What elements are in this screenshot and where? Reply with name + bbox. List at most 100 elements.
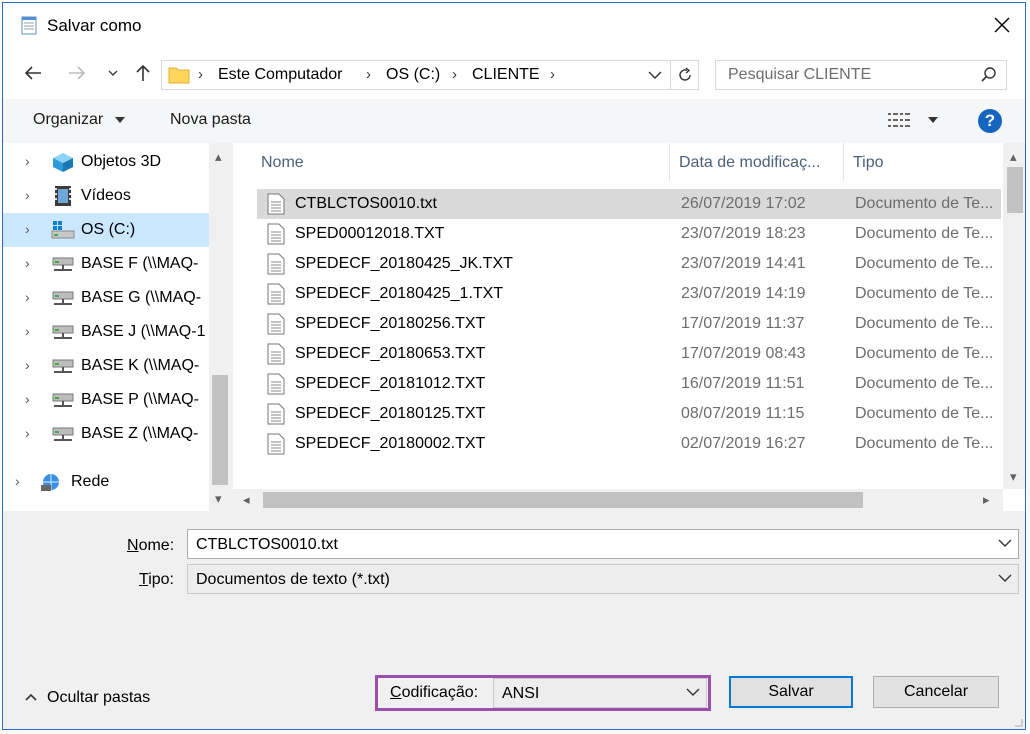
search-input[interactable]: Pesquisar CLIENTE [715, 60, 1007, 90]
chevron-right-icon: › [25, 323, 30, 339]
nav-item-base-j[interactable]: › BASE J (\\MAQ-1 [3, 315, 209, 349]
file-type-select[interactable]: Documentos de texto (*.txt) [187, 564, 1019, 594]
back-button[interactable] [21, 61, 45, 85]
nav-item-base-z[interactable]: › BASE Z (\\MAQ- [3, 417, 209, 451]
chevron-down-icon[interactable] [998, 537, 1012, 549]
file-list-vertical-scrollbar[interactable]: ▴ ▾ [1003, 143, 1025, 489]
scroll-down-icon[interactable]: ▾ [215, 491, 222, 507]
refresh-button[interactable] [670, 61, 698, 89]
file-type: Documento de Te... [855, 195, 994, 212]
encoding-select[interactable]: ANSI [493, 678, 707, 708]
hide-folders-button[interactable]: Ocultar pastas [25, 689, 150, 707]
file-row[interactable]: SPEDECF_20180256.TXT 17/07/2019 11:37 Do… [257, 309, 1001, 339]
chevron-up-icon [25, 693, 37, 701]
file-type: Documento de Te... [855, 375, 994, 392]
vertical-scroll-thumb[interactable] [1007, 167, 1023, 213]
scroll-down-icon[interactable]: ▾ [1010, 469, 1017, 485]
3d-objects-icon [53, 153, 73, 172]
file-row[interactable]: SPEDECF_20180425_1.TXT 23/07/2019 14:19 … [257, 279, 1001, 309]
nav-item-label: BASE G (\\MAQ- [81, 289, 202, 306]
up-arrow-icon [136, 64, 150, 81]
network-drive-icon [52, 427, 74, 441]
file-type: Documento de Te... [855, 435, 994, 452]
nav-scroll-thumb[interactable] [212, 375, 228, 485]
scroll-up-icon[interactable]: ▴ [1010, 149, 1017, 165]
file-row[interactable]: SPEDECF_20180125.TXT 08/07/2019 11:15 Do… [257, 399, 1001, 429]
column-header-type[interactable]: Tipo [853, 143, 884, 181]
back-arrow-icon [24, 66, 41, 80]
cancel-button[interactable]: Cancelar [873, 676, 999, 708]
file-name: SPEDECF_20180425_JK.TXT [295, 255, 513, 272]
file-list-horizontal-scrollbar[interactable]: ◂ ▸ [233, 489, 1003, 511]
recent-locations-button[interactable] [101, 61, 125, 85]
breadcrumb-this-pc[interactable]: Este Computador [218, 66, 343, 84]
save-button[interactable]: Salvar [729, 676, 853, 708]
nav-item-base-p[interactable]: › BASE P (\\MAQ- [3, 383, 209, 417]
network-drive-icon [52, 291, 74, 305]
scroll-right-icon[interactable]: ▸ [983, 492, 990, 508]
caret-down-icon [114, 117, 125, 123]
file-row[interactable]: SPEDECF_20181012.TXT 16/07/2019 11:51 Do… [257, 369, 1001, 399]
text-file-icon [267, 283, 285, 305]
file-type: Documento de Te... [855, 285, 994, 302]
file-type-value: Documentos de texto (*.txt) [196, 571, 390, 588]
file-type: Documento de Te... [855, 345, 994, 362]
file-name-input[interactable]: CTBLCTOS0010.txt [187, 529, 1019, 559]
scroll-left-icon[interactable]: ◂ [243, 492, 250, 508]
breadcrumb-drive-c[interactable]: OS (C:) [386, 66, 440, 84]
chevron-right-icon: › [25, 221, 30, 237]
file-date: 26/07/2019 17:02 [681, 195, 806, 212]
nav-item-base-f[interactable]: › BASE F (\\MAQ- [3, 247, 209, 281]
close-button[interactable] [979, 3, 1025, 47]
column-divider[interactable] [843, 143, 844, 181]
new-folder-button[interactable]: Nova pasta [170, 111, 251, 129]
network-drive-icon [52, 257, 74, 271]
breadcrumb-cliente[interactable]: CLIENTE [472, 66, 540, 84]
nav-item-label: Rede [71, 473, 110, 490]
network-icon [41, 474, 59, 491]
address-history-dropdown[interactable] [642, 61, 668, 89]
file-name: SPEDECF_20180653.TXT [295, 345, 486, 362]
organize-menu[interactable]: Organizar [33, 111, 126, 129]
nav-item-base-g[interactable]: › BASE G (\\MAQ- [3, 281, 209, 315]
chevron-down-icon [998, 574, 1012, 582]
nav-item-network[interactable]: › Rede [3, 465, 209, 499]
scroll-up-icon[interactable]: ▴ [215, 149, 222, 165]
drive-icon [51, 221, 75, 239]
file-row[interactable]: SPED00012018.TXT 23/07/2019 18:23 Docume… [257, 219, 1001, 249]
nav-item-base-k[interactable]: › BASE K (\\MAQ- [3, 349, 209, 383]
nav-item-3d-objects[interactable]: › Objetos 3D [3, 145, 209, 179]
file-row[interactable]: SPEDECF_20180653.TXT 17/07/2019 08:43 Do… [257, 339, 1001, 369]
text-file-icon [267, 373, 285, 395]
address-bar[interactable]: › Este Computador › OS (C:) › CLIENTE › [161, 60, 699, 90]
file-date: 17/07/2019 08:43 [681, 345, 806, 362]
column-header-date[interactable]: Data de modificaç... [679, 143, 820, 181]
file-row[interactable]: SPEDECF_20180002.TXT 02/07/2019 16:27 Do… [257, 429, 1001, 459]
window-title: Salvar como [47, 16, 142, 35]
view-options-button[interactable] [887, 111, 939, 134]
breadcrumb-separator-icon: › [452, 66, 457, 83]
nav-scrollbar[interactable]: ▴ ▾ [209, 143, 231, 511]
column-divider[interactable] [669, 143, 670, 181]
horizontal-scroll-thumb[interactable] [263, 492, 863, 508]
chevron-down-icon [108, 70, 118, 76]
file-type: Documento de Te... [855, 255, 994, 272]
nav-item-label: BASE P (\\MAQ- [81, 391, 199, 408]
text-file-icon [267, 433, 285, 455]
help-button[interactable]: ? [978, 109, 1002, 133]
resize-grip-icon[interactable] [1011, 715, 1023, 727]
column-header-name[interactable]: Nome [261, 143, 304, 181]
up-button[interactable] [131, 61, 155, 85]
nav-item-drive-c[interactable]: › OS (C:) [3, 213, 209, 247]
nav-item-videos[interactable]: › Vídeos [3, 179, 209, 213]
nav-item-label: BASE Z (\\MAQ- [81, 425, 199, 442]
details-view-icon [888, 113, 910, 127]
text-file-icon [267, 403, 285, 425]
chevron-right-icon: › [25, 357, 30, 373]
forward-button[interactable] [65, 61, 89, 85]
chevron-right-icon: › [25, 187, 30, 203]
file-row[interactable]: SPEDECF_20180425_JK.TXT 23/07/2019 14:41… [257, 249, 1001, 279]
chevron-right-icon: › [25, 425, 30, 441]
folder-icon [168, 67, 190, 84]
file-row[interactable]: CTBLCTOS0010.txt 26/07/2019 17:02 Docume… [257, 189, 1001, 219]
